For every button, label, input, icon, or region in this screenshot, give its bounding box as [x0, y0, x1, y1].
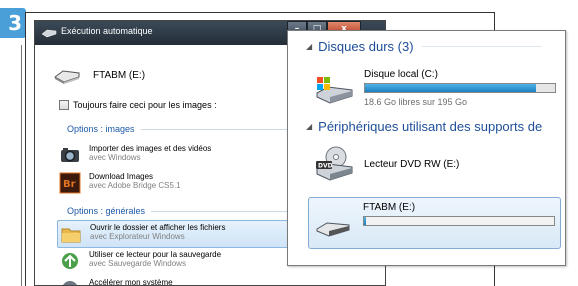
- step-number-badge: 3: [0, 8, 26, 38]
- autoplay-drive-icon: [41, 29, 57, 38]
- group-divider: [151, 210, 302, 212]
- dvd-drive-icon: DVD: [316, 146, 353, 181]
- option-backup[interactable]: Utiliser ce lecteur pour la sauvegarde a…: [59, 250, 289, 272]
- option-subtitle: avec Windows: [89, 153, 141, 162]
- option-import-images[interactable]: Importer des images et des vidéos avec W…: [59, 144, 289, 166]
- section-removable-label: Périphériques utilisant des supports de: [318, 119, 543, 134]
- option-title: Utiliser ce lecteur pour la sauvegarde: [89, 250, 222, 259]
- group-divider: [140, 128, 291, 130]
- option-subtitle: avec Sauvegarde Windows: [89, 259, 186, 268]
- autoplay-title: Exécution automatique: [61, 26, 153, 36]
- drive-c-usage-fill: [365, 84, 536, 92]
- adobe-bridge-icon: Br: [59, 172, 81, 194]
- drive-c-usage-bar: [364, 83, 556, 93]
- option-title: Download Images: [89, 172, 154, 181]
- usb-drive-name: FTABM (E:): [363, 202, 416, 213]
- svg-text:Br: Br: [63, 179, 76, 190]
- option-title: Importer des images et des vidéos: [89, 144, 212, 153]
- option-subtitle: avec Explorateur Windows: [90, 232, 185, 241]
- speed-up-icon: [63, 281, 77, 285]
- drive-c-name: Disque local (C:): [364, 69, 438, 80]
- autoplay-device: FTABM (E:): [53, 65, 145, 85]
- always-do-this-label: Toujours faire ceci pour les images :: [73, 100, 217, 110]
- section-removable[interactable]: ◢ Périphériques utilisant des supports d…: [306, 119, 542, 134]
- drive-c-item[interactable]: Disque local (C:) 18.6 Go libres sur 195…: [314, 69, 564, 109]
- section-hard-drives[interactable]: ◢ Disques durs (3): [306, 39, 542, 54]
- expand-triangle-icon[interactable]: ◢: [306, 42, 312, 51]
- group-general-label: Options : générales: [67, 206, 146, 216]
- option-speed-up[interactable]: Accélérer mon système: [59, 278, 289, 286]
- removable-drive-icon: [54, 70, 80, 84]
- svg-text:DVD: DVD: [318, 163, 333, 170]
- autoplay-device-label: FTABM (E:): [93, 69, 146, 81]
- drive-c-free-space: 18.6 Go libres sur 195 Go: [364, 97, 468, 107]
- folder-icon: [61, 228, 81, 243]
- group-images-label: Options : images: [67, 124, 135, 134]
- group-general-header: Options : générales: [67, 206, 302, 216]
- always-do-this-checkbox[interactable]: [59, 100, 69, 110]
- section-divider: [421, 46, 542, 47]
- dvd-drive-item[interactable]: DVD Lecteur DVD RW (E:): [314, 145, 564, 185]
- option-open-folder[interactable]: Ouvrir le dossier et afficher les fichie…: [57, 220, 321, 248]
- usb-drive-usage-bar: [363, 216, 555, 226]
- dvd-drive-name: Lecteur DVD RW (E:): [364, 159, 460, 170]
- usb-drive-usage-fill: [364, 217, 366, 225]
- windows-hard-drive-icon: [316, 77, 353, 104]
- camera-icon: [61, 148, 79, 162]
- option-title: Accélérer mon système: [89, 278, 173, 286]
- computer-window: ◢ Disques durs (3) Disque local (C:) 18.…: [287, 30, 566, 266]
- always-do-this-row[interactable]: Toujours faire ceci pour les images :: [59, 100, 217, 110]
- backup-icon: [62, 253, 78, 269]
- section-hard-drives-label: Disques durs (3): [318, 39, 414, 54]
- expand-triangle-icon[interactable]: ◢: [306, 122, 312, 131]
- left-divider: [21, 45, 22, 286]
- usb-drive-item[interactable]: FTABM (E:): [308, 197, 561, 249]
- tutorial-figure: 3 Exécution automatique – □ x FTABM (E:): [0, 0, 578, 286]
- option-subtitle: avec Adobe Bridge CS5.1: [89, 181, 181, 190]
- option-download-images[interactable]: Br Download Images avec Adobe Bridge CS5…: [59, 172, 289, 194]
- group-images-header: Options : images: [67, 124, 291, 134]
- option-title: Ouvrir le dossier et afficher les fichie…: [90, 223, 226, 232]
- removable-drive-icon: [316, 222, 350, 237]
